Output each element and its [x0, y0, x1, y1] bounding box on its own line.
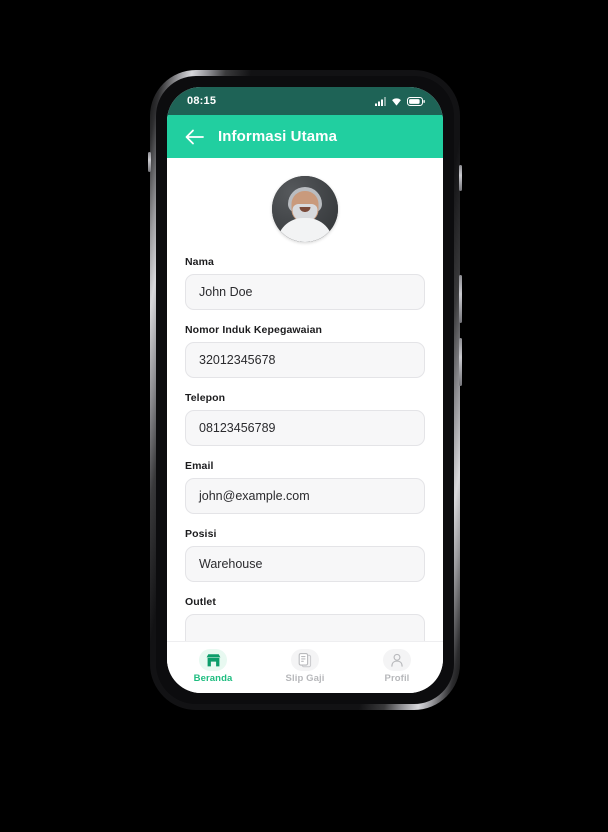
email-input[interactable]: john@example.com: [185, 478, 425, 514]
field-label: Email: [185, 460, 214, 472]
avatar-container: [185, 158, 425, 256]
phone-bezel: 08:15 Informasi Utama Nama John Doe Nomo…: [156, 76, 454, 704]
nav-label: Beranda: [193, 673, 233, 684]
field-label: Posisi: [185, 528, 217, 540]
nama-input[interactable]: John Doe: [185, 274, 425, 310]
app-bar: Informasi Utama: [167, 115, 443, 158]
page-title: Informasi Utama: [218, 128, 338, 145]
document-icon: [291, 649, 319, 671]
field-label: Nomor Induk Kepegawaian: [185, 324, 323, 336]
phone-device-frame: 08:15 Informasi Utama Nama John Doe Nomo…: [148, 70, 462, 710]
posisi-input[interactable]: Warehouse: [185, 546, 425, 582]
signal-icon: [375, 96, 386, 106]
field-nama: Nama John Doe: [185, 256, 425, 310]
status-bar: 08:15: [167, 87, 443, 115]
field-label: Telepon: [185, 392, 226, 404]
power-button[interactable]: [459, 165, 462, 191]
volume-up-button[interactable]: [459, 275, 462, 323]
battery-icon: [407, 96, 425, 106]
field-email: Email john@example.com: [185, 460, 425, 514]
phone-screen: 08:15 Informasi Utama Nama John Doe Nomo…: [167, 87, 443, 693]
status-bar-icons: [375, 96, 425, 106]
field-posisi: Posisi Warehouse: [185, 528, 425, 582]
form-scroll-area[interactable]: Nama John Doe Nomor Induk Kepegawaian 32…: [167, 158, 443, 641]
wifi-icon: [391, 97, 402, 106]
person-icon: [383, 649, 411, 671]
outlet-input[interactable]: [185, 614, 425, 641]
nav-item-profil[interactable]: Profil: [351, 649, 443, 684]
nav-label: Slip Gaji: [285, 673, 325, 684]
arrow-left-icon[interactable]: [183, 126, 205, 148]
mute-switch[interactable]: [148, 152, 151, 172]
nav-label: Profil: [384, 673, 410, 684]
field-label: Nama: [185, 256, 214, 268]
field-nomor-induk-kepegawaian: Nomor Induk Kepegawaian 32012345678: [185, 324, 425, 378]
bottom-navigation: Beranda Slip Gaji Profil: [167, 641, 443, 693]
volume-down-button[interactable]: [459, 338, 462, 386]
avatar[interactable]: [272, 176, 338, 242]
field-telepon: Telepon 08123456789: [185, 392, 425, 446]
field-label: Outlet: [185, 596, 216, 608]
nav-item-slip-gaji[interactable]: Slip Gaji: [259, 649, 351, 684]
nomor-induk-kepegawaian-input[interactable]: 32012345678: [185, 342, 425, 378]
status-bar-time: 08:15: [187, 95, 217, 107]
telepon-input[interactable]: 08123456789: [185, 410, 425, 446]
field-outlet: Outlet: [185, 596, 425, 641]
nav-item-beranda[interactable]: Beranda: [167, 649, 259, 684]
home-store-icon: [199, 649, 227, 671]
